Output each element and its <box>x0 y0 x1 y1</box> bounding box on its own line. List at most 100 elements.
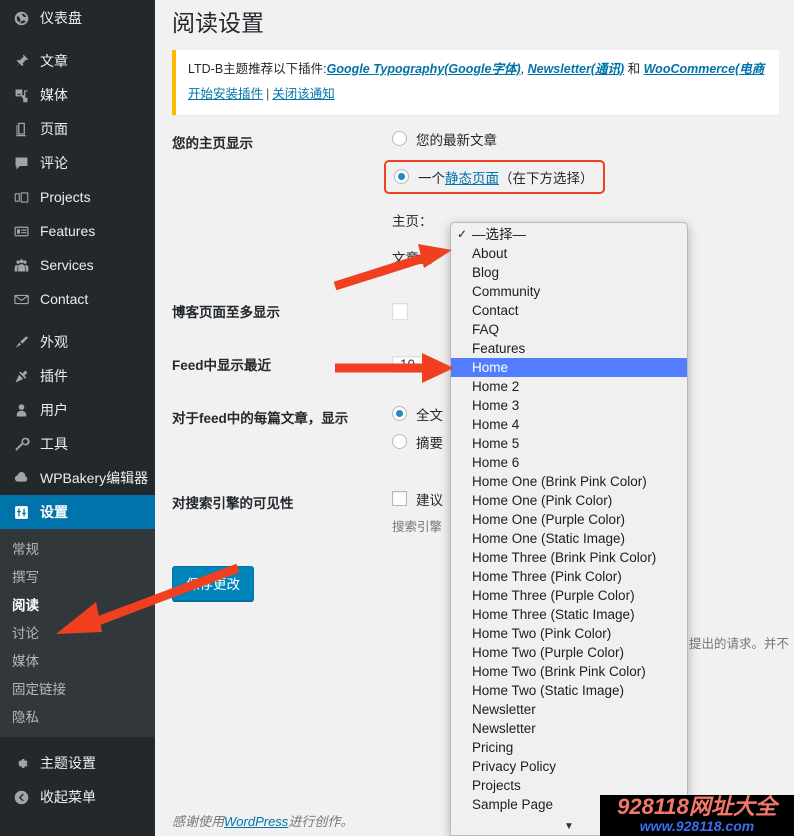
select-option[interactable]: —选择— <box>451 225 687 244</box>
sidebar-item-media[interactable]: 媒体 <box>0 78 155 112</box>
radio-static-page[interactable]: 一个静态页面（在下方选择） <box>394 167 594 187</box>
select-option[interactable]: Home One (Static Image) <box>451 529 687 548</box>
select-option[interactable]: Pricing <box>451 738 687 757</box>
select-option[interactable]: Home 3 <box>451 396 687 415</box>
select-option[interactable]: Newsletter <box>451 719 687 738</box>
admin-footer: 感谢使用WordPress进行创作。 <box>172 811 353 830</box>
search-visibility-checkbox-label: 建议 <box>416 492 443 508</box>
sidebar-item-services[interactable]: Services <box>0 248 155 282</box>
wordpress-admin-screen: 仪表盘 文章 媒体 页面 评论 Projects Features Servic… <box>0 0 794 836</box>
comments-icon <box>11 153 31 173</box>
portfolio-icon <box>11 187 31 207</box>
posts-per-rss-input[interactable]: 10 <box>392 355 424 373</box>
sidebar-item-tools[interactable]: 工具 <box>0 427 155 461</box>
submenu-label: 固定链接 <box>12 682 66 697</box>
static-page-link[interactable]: 静态页面 <box>445 171 499 186</box>
sidebar-item-users[interactable]: 用户 <box>0 393 155 427</box>
watermark-title: 928118网址大全 <box>617 795 777 819</box>
search-visibility-checkbox[interactable] <box>392 491 407 507</box>
select-option[interactable]: Home Two (Purple Color) <box>451 643 687 662</box>
select-option[interactable]: Community <box>451 282 687 301</box>
notice-link-woocommerce[interactable]: WooCommerce(电商 <box>644 62 765 76</box>
static-suffix: （在下方选择） <box>499 170 594 186</box>
select-option[interactable]: Home 6 <box>451 453 687 472</box>
submenu-item-discussion[interactable]: 讨论 <box>0 618 155 646</box>
envelope-icon <box>11 289 31 309</box>
select-option[interactable]: Contact <box>451 301 687 320</box>
page-title: 阅读设置 <box>172 10 264 36</box>
submenu-item-permalinks[interactable]: 固定链接 <box>0 674 155 702</box>
begin-installing-plugins-link[interactable]: 开始安装插件 <box>188 87 263 101</box>
select-option[interactable]: Home Two (Static Image) <box>451 681 687 700</box>
sidebar-divider <box>0 737 155 746</box>
wrench-icon <box>11 434 31 454</box>
select-option[interactable]: Home Three (Brink Pink Color) <box>451 548 687 567</box>
sidebar-item-posts[interactable]: 文章 <box>0 44 155 78</box>
sidebar-item-plugins[interactable]: 插件 <box>0 359 155 393</box>
select-option[interactable]: Features <box>451 339 687 358</box>
select-option[interactable]: Blog <box>451 263 687 282</box>
search-visibility-description-right: 提出的请求。并不 <box>689 637 790 651</box>
sidebar-divider <box>0 316 155 325</box>
submenu-item-writing[interactable]: 撰写 <box>0 562 155 590</box>
sidebar-item-label: 媒体 <box>40 87 68 103</box>
submenu-label: 阅读 <box>12 598 39 613</box>
sidebar-item-label: 页面 <box>40 121 68 137</box>
sidebar-item-theme-options[interactable]: 主题设置 <box>0 746 155 780</box>
select-option[interactable]: Home Three (Pink Color) <box>451 567 687 586</box>
select-option[interactable]: Home 5 <box>451 434 687 453</box>
select-option-list: —选择—AboutBlogCommunityContactFAQFeatures… <box>451 223 687 833</box>
sidebar-item-settings[interactable]: 设置 <box>0 495 155 529</box>
select-option[interactable]: Home Two (Brink Pink Color) <box>451 662 687 681</box>
settings-submenu: 常规 撰写 阅读 讨论 媒体 固定链接 隐私 <box>0 529 155 737</box>
radio-input-latest-posts[interactable] <box>392 131 407 147</box>
select-option[interactable]: Home 2 <box>451 377 687 396</box>
submenu-item-privacy[interactable]: 隐私 <box>0 702 155 730</box>
select-option[interactable]: Home One (Pink Color) <box>451 491 687 510</box>
select-option[interactable]: About <box>451 244 687 263</box>
submenu-item-general[interactable]: 常规 <box>0 534 155 562</box>
rss-excerpt-label: 对于feed中的每篇文章，显示 <box>172 410 349 426</box>
sidebar-item-contact[interactable]: Contact <box>0 282 155 316</box>
radio-latest-posts[interactable]: 您的最新文章 <box>392 129 794 149</box>
sidebar-item-label: Contact <box>40 291 89 307</box>
radio-input-full-text[interactable] <box>392 406 407 422</box>
select-option[interactable]: Privacy Policy <box>451 757 687 776</box>
sidebar-item-dashboard[interactable]: 仪表盘 <box>0 1 155 35</box>
sidebar-item-pages[interactable]: 页面 <box>0 112 155 146</box>
select-option[interactable]: Home Three (Purple Color) <box>451 586 687 605</box>
select-option[interactable]: Newsletter <box>451 700 687 719</box>
notice-text-line: LTD-B主题推荐以下插件:Google Typography(Google字体… <box>188 60 767 79</box>
submenu-item-media[interactable]: 媒体 <box>0 646 155 674</box>
sidebar-item-collapse-menu[interactable]: 收起菜单 <box>0 780 155 814</box>
sidebar-item-features[interactable]: Features <box>0 214 155 248</box>
select-option[interactable]: Home Two (Pink Color) <box>451 624 687 643</box>
radio-input-excerpt[interactable] <box>392 434 407 450</box>
sidebar-item-label: 仪表盘 <box>40 10 82 26</box>
static-prefix: 一个 <box>418 170 445 186</box>
posts-per-page-input[interactable] <box>392 302 408 320</box>
sidebar-item-appearance[interactable]: 外观 <box>0 325 155 359</box>
select-option[interactable]: Home Three (Static Image) <box>451 605 687 624</box>
submenu-item-reading[interactable]: 阅读 <box>0 590 155 618</box>
dismiss-notice-link[interactable]: 关闭该通知 <box>272 87 335 101</box>
sidebar-item-projects[interactable]: Projects <box>0 180 155 214</box>
select-option[interactable]: Home 4 <box>451 415 687 434</box>
sidebar-item-comments[interactable]: 评论 <box>0 146 155 180</box>
notice-link-newsletter[interactable]: Newsletter(通讯) <box>528 62 625 76</box>
select-option[interactable]: Home One (Purple Color) <box>451 510 687 529</box>
sidebar-item-label: 评论 <box>40 155 68 171</box>
select-option[interactable]: FAQ <box>451 320 687 339</box>
wordpress-link[interactable]: WordPress <box>224 814 288 829</box>
sidebar-divider <box>0 35 155 44</box>
user-icon <box>11 400 31 420</box>
home-page-select-popup[interactable]: —选择—AboutBlogCommunityContactFAQFeatures… <box>450 222 688 836</box>
notice-link-google-typography[interactable]: Google Typography(Google字体) <box>327 62 521 76</box>
select-option[interactable]: Home <box>451 358 687 377</box>
select-option[interactable]: Projects <box>451 776 687 795</box>
select-option[interactable]: Home One (Brink Pink Color) <box>451 472 687 491</box>
submenu-label: 讨论 <box>12 626 39 641</box>
sidebar-item-wpbakery[interactable]: WPBakery编辑器 <box>0 461 155 495</box>
save-changes-button[interactable]: 保存更改 <box>172 565 254 601</box>
radio-input-static-page[interactable] <box>394 169 409 185</box>
